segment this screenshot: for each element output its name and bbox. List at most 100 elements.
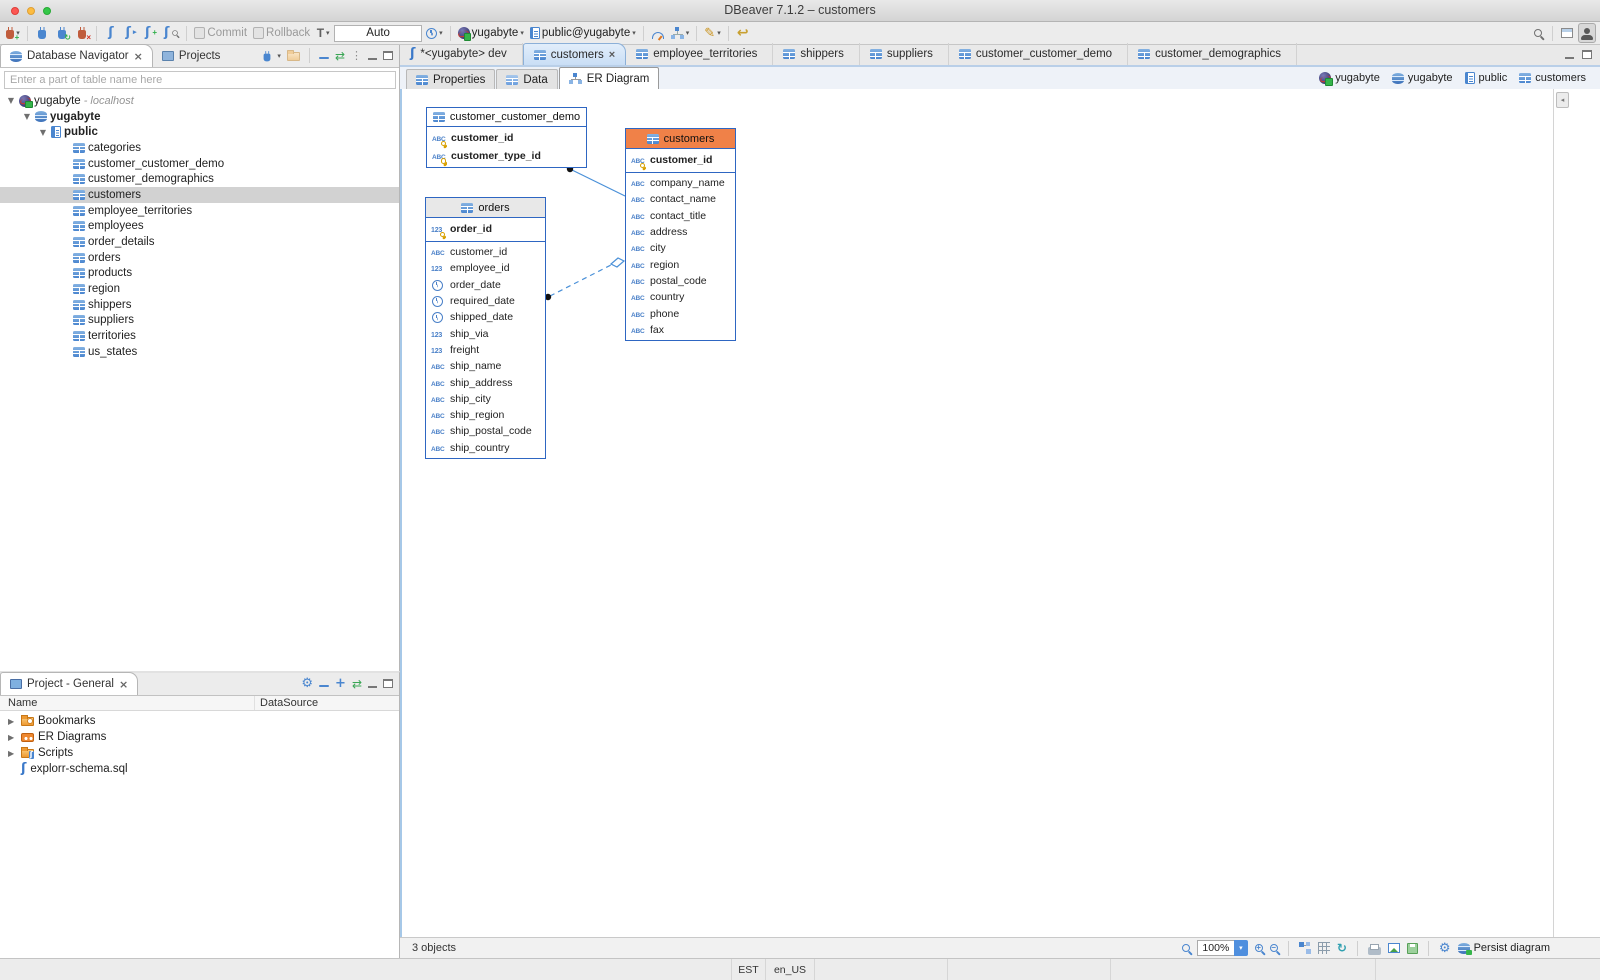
expand-arrow-icon[interactable]: ▼ <box>38 128 48 137</box>
entity-column[interactable]: region <box>626 256 735 272</box>
editor-subtab[interactable]: Data <box>496 69 557 89</box>
compare-structures-button[interactable]: ▾ <box>669 23 692 43</box>
save-diagram-button[interactable] <box>1407 943 1418 954</box>
entity-customers[interactable]: customers customer_id company_name conta… <box>625 128 736 341</box>
active-schema-selector[interactable]: public@yugabyte ▾ <box>528 23 638 43</box>
auto-layout-button[interactable] <box>1299 942 1311 954</box>
editor-tab[interactable]: customer_customer_demo <box>949 43 1128 65</box>
dbeaver-perspective-button[interactable] <box>1578 23 1596 43</box>
entity-column[interactable]: ship_name <box>426 358 545 374</box>
entity-column[interactable]: ship_city <box>426 391 545 407</box>
editor-subtab[interactable]: Properties <box>406 69 495 89</box>
entity-column[interactable]: customer_id <box>626 152 735 170</box>
new-folder-icon[interactable] <box>287 52 300 61</box>
tree-item[interactable]: ▼ yugabyte <box>0 109 399 125</box>
new-connection-button[interactable]: + ▾ <box>4 23 22 43</box>
column-divider[interactable] <box>254 696 255 710</box>
entity-header[interactable]: orders <box>426 198 545 218</box>
zoom-level-value[interactable]: 100% <box>1197 940 1234 956</box>
entity-column[interactable]: ship_postal_code <box>426 423 545 439</box>
project-item[interactable]: ▶ ER Diagrams <box>0 729 399 745</box>
column-name[interactable]: Name <box>8 697 37 709</box>
editor-tab[interactable]: customers × <box>523 43 626 65</box>
entity-column[interactable]: customer_id <box>426 244 545 260</box>
link-with-editor-icon[interactable]: ⇄ <box>335 49 345 63</box>
diagram-settings-button[interactable]: ⚙ <box>1439 941 1451 956</box>
close-icon[interactable]: × <box>609 49 615 61</box>
minimize-editor-icon[interactable] <box>1565 57 1574 59</box>
entity-column[interactable]: ship_country <box>426 440 545 456</box>
breadcrumb-item[interactable]: customers <box>1519 72 1586 84</box>
new-sql-editor-button[interactable]: ʃ <box>102 23 120 43</box>
entity-column[interactable]: shipped_date <box>426 309 545 325</box>
expand-arrow-icon[interactable]: ▼ <box>6 96 16 105</box>
chevron-down-icon[interactable]: ▾ <box>277 53 281 59</box>
entity-customer-customer-demo[interactable]: customer_customer_demo customer_id custo… <box>426 107 587 168</box>
relation-line-orders-customers[interactable] <box>550 265 611 296</box>
link-with-editor-icon[interactable]: ⇄ <box>352 677 362 691</box>
project-item[interactable]: ▶ Bookmarks <box>0 713 399 729</box>
entity-header[interactable]: customer_customer_demo <box>427 108 586 127</box>
entity-column[interactable]: employee_id <box>426 260 545 276</box>
reconnect-button[interactable]: ↻ <box>53 23 71 43</box>
editor-tab[interactable]: customer_demographics <box>1128 43 1297 65</box>
entity-column[interactable]: country <box>626 289 735 305</box>
transaction-mode-button[interactable]: T ▾ <box>314 23 332 43</box>
editor-tab[interactable]: shippers <box>773 43 859 65</box>
view-menu-icon[interactable]: ⋮ <box>351 49 362 62</box>
transaction-log-button[interactable]: ▾ <box>424 23 445 43</box>
commit-button[interactable]: Commit <box>192 23 249 43</box>
tab-project-general[interactable]: Project - General × <box>0 672 138 695</box>
entity-column[interactable]: postal_code <box>626 273 735 289</box>
tree-item[interactable]: customers <box>0 187 399 203</box>
new-sql-script-button[interactable]: ʃ+ <box>142 23 160 43</box>
entity-column[interactable]: ship_address <box>426 374 545 390</box>
tree-item[interactable]: order_details <box>0 234 399 250</box>
tree-item[interactable]: ▼ yugabyte - localhost <box>0 93 399 109</box>
palette-toggle-button[interactable]: ◂ <box>1556 92 1569 108</box>
tree-item[interactable]: territories <box>0 328 399 344</box>
gear-icon[interactable]: ⚙ <box>301 676 313 691</box>
breadcrumb-item[interactable]: yugabyte <box>1319 72 1380 84</box>
collapse-all-icon[interactable] <box>319 685 329 688</box>
editor-tab[interactable]: *<yugabyte> dev <box>400 43 523 65</box>
sql-templates-button[interactable]: ʃ <box>162 23 181 43</box>
zoom-level-combo[interactable]: 100% ▾ <box>1197 940 1248 956</box>
locale-indicator[interactable]: en_US <box>765 959 815 980</box>
tree-item[interactable]: suppliers <box>0 313 399 329</box>
collapse-all-icon[interactable] <box>319 57 329 60</box>
project-item[interactable]: explorr-schema.sql <box>0 761 399 777</box>
breadcrumb-item[interactable]: yugabyte <box>1392 72 1453 84</box>
expand-arrow-icon[interactable]: ▶ <box>8 733 17 742</box>
maximize-panel-icon[interactable] <box>383 51 393 60</box>
open-recent-sql-button[interactable]: ʃ▸ <box>122 23 140 43</box>
entity-header[interactable]: customers <box>626 129 735 149</box>
breadcrumb-item[interactable]: public <box>1465 72 1508 84</box>
commit-mode-combo[interactable]: Auto <box>334 25 422 42</box>
tree-item[interactable]: us_states <box>0 344 399 360</box>
entity-column[interactable]: customer_type_id <box>427 147 586 165</box>
refresh-diagram-button[interactable]: ↻ <box>1337 941 1347 955</box>
dashboard-button[interactable] <box>649 23 667 43</box>
entity-column[interactable]: contact_title <box>626 208 735 224</box>
new-connection-icon[interactable] <box>264 53 271 61</box>
tree-item[interactable]: shippers <box>0 297 399 313</box>
entity-column[interactable]: ship_region <box>426 407 545 423</box>
zoom-search-icon[interactable] <box>1182 944 1190 952</box>
timezone-indicator[interactable]: EST <box>731 959 765 980</box>
tree-item[interactable]: customer_demographics <box>0 171 399 187</box>
zoom-in-button[interactable]: + <box>1255 944 1263 952</box>
entity-column[interactable]: freight <box>426 342 545 358</box>
column-datasource[interactable]: DataSource <box>260 697 318 709</box>
expand-all-icon[interactable]: + <box>335 676 346 691</box>
zoom-dropdown-button[interactable]: ▾ <box>1234 940 1248 956</box>
tab-projects[interactable]: Projects <box>153 44 230 67</box>
tree-item[interactable]: employee_territories <box>0 203 399 219</box>
active-connection-selector[interactable]: yugabyte ▾ <box>456 23 526 43</box>
editor-subtab[interactable]: ER Diagram <box>559 67 660 89</box>
er-diagram-canvas[interactable]: customer_customer_demo customer_id custo… <box>400 89 1600 937</box>
rollback-button[interactable]: Rollback <box>251 23 312 43</box>
table-filter-input[interactable] <box>4 71 396 89</box>
close-icon[interactable]: × <box>119 678 128 691</box>
tree-item[interactable]: products <box>0 266 399 282</box>
